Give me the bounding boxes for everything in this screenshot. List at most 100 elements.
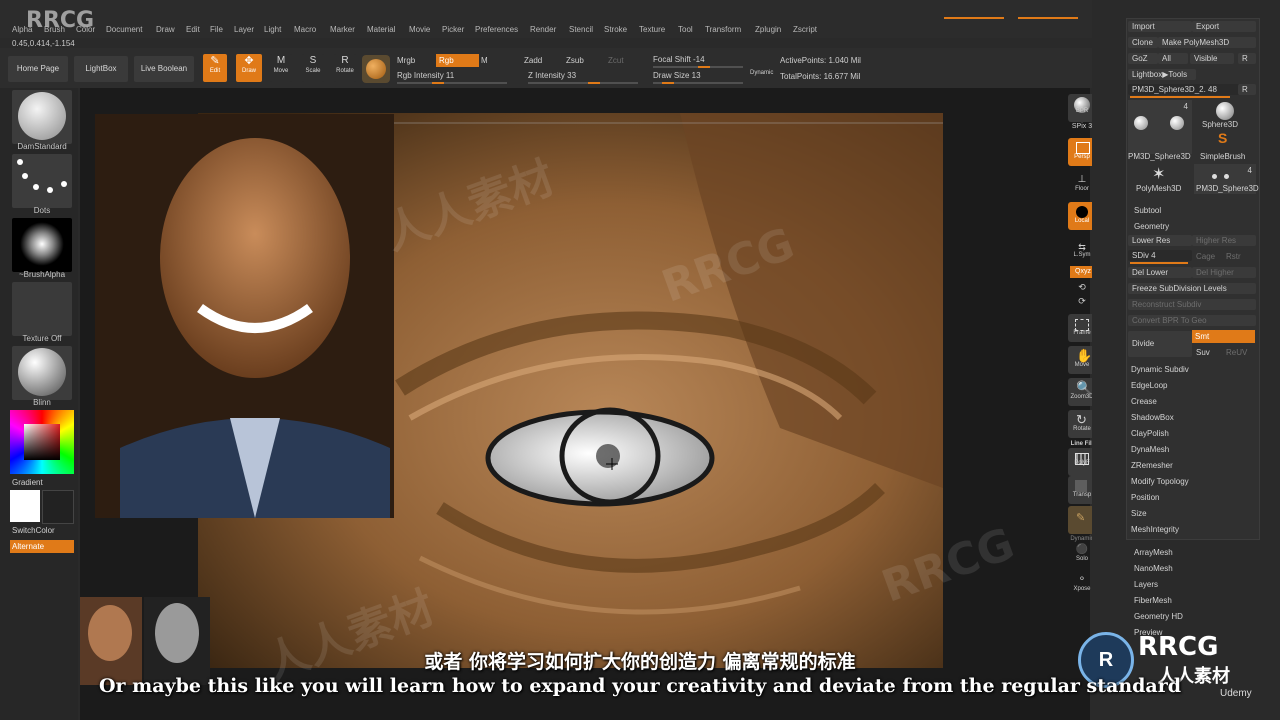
tool-section-3[interactable]: FiberMesh — [1134, 596, 1172, 605]
home-page-button[interactable]: Home Page — [8, 56, 68, 82]
menu-document[interactable]: Document — [106, 25, 142, 34]
rgb-button[interactable]: Rgb — [436, 54, 479, 67]
geometry-item-6[interactable]: ZRemesher — [1131, 461, 1173, 470]
focal-shift-slider[interactable]: Focal Shift -14 — [653, 55, 705, 64]
menu-render[interactable]: Render — [530, 25, 556, 34]
lightbox-tools-button[interactable]: Lightbox▶Tools — [1128, 69, 1196, 80]
move-mode-button[interactable]: M Move — [270, 54, 292, 82]
export-button[interactable]: Export — [1192, 21, 1256, 32]
menu-light[interactable]: Light — [264, 25, 281, 34]
brush-selector[interactable] — [12, 90, 72, 144]
z-intensity-slider[interactable]: Z Intensity 33 — [528, 71, 576, 80]
material-swatch[interactable] — [362, 55, 390, 83]
material-selector[interactable] — [12, 346, 72, 400]
menu-texture[interactable]: Texture — [639, 25, 665, 34]
menu-zplugin[interactable]: Zplugin — [755, 25, 781, 34]
menu-movie[interactable]: Movie — [409, 25, 430, 34]
menu-color[interactable]: Color — [76, 25, 95, 34]
divide-button[interactable]: Divide — [1128, 331, 1192, 357]
menu-marker[interactable]: Marker — [330, 25, 355, 34]
menu-preferences[interactable]: Preferences — [475, 25, 518, 34]
convert-bpr-button[interactable]: Convert BPR To Geo — [1128, 315, 1256, 326]
del-higher-button[interactable]: Del Higher — [1192, 267, 1256, 278]
sculpt-eye-render[interactable] — [80, 88, 1090, 720]
menu-stroke[interactable]: Stroke — [604, 25, 627, 34]
goz-button[interactable]: GoZ — [1128, 53, 1158, 64]
menu-transform[interactable]: Transform — [705, 25, 741, 34]
menu-stencil[interactable]: Stencil — [569, 25, 593, 34]
tool-section-0[interactable]: ArrayMesh — [1134, 548, 1173, 557]
reuv-button[interactable]: ReUV — [1226, 348, 1247, 357]
del-lower-button[interactable]: Del Lower — [1128, 267, 1192, 278]
zsub-button[interactable]: Zsub — [566, 56, 584, 65]
reconstruct-subdiv-button[interactable]: Reconstruct Subdiv — [1128, 299, 1256, 310]
menu-zscript[interactable]: Zscript — [793, 25, 817, 34]
menu-edit[interactable]: Edit — [186, 25, 200, 34]
main-color-swatch[interactable] — [10, 490, 40, 522]
all-button[interactable]: All — [1158, 53, 1188, 64]
mrgb-button[interactable]: Mrgb — [397, 56, 415, 65]
tool-thumb-sphere3d[interactable]: Sphere3D S — [1196, 100, 1254, 154]
lower-res-button[interactable]: Lower Res — [1128, 235, 1192, 246]
subtool-header[interactable]: Subtool — [1134, 206, 1161, 215]
geometry-item-2[interactable]: Crease — [1131, 397, 1157, 406]
scale-mode-button[interactable]: S Scale — [302, 54, 324, 82]
menu-alpha[interactable]: Alpha — [12, 25, 32, 34]
sdiv-slider[interactable]: SDiv 4 — [1128, 250, 1192, 261]
geometry-header[interactable]: Geometry — [1134, 222, 1169, 231]
clone-button[interactable]: Clone — [1128, 37, 1158, 48]
m-button[interactable]: M — [481, 56, 488, 65]
secondary-color-swatch[interactable] — [42, 490, 74, 524]
make-polymesh-button[interactable]: Make PolyMesh3D — [1158, 37, 1256, 48]
freeze-subdiv-button[interactable]: Freeze SubDivision Levels — [1128, 283, 1256, 294]
live-boolean-button[interactable]: Live Boolean — [134, 56, 194, 82]
edit-mode-button[interactable]: ✎ Edit — [203, 54, 227, 82]
menu-macro[interactable]: Macro — [294, 25, 316, 34]
gradient-label[interactable]: Gradient — [12, 478, 43, 487]
visible-button[interactable]: Visible — [1190, 53, 1234, 64]
color-picker[interactable] — [10, 410, 74, 474]
tool-section-1[interactable]: NanoMesh — [1134, 564, 1173, 573]
dynamic-toggle[interactable]: Dynamic — [750, 70, 773, 76]
geometry-item-7[interactable]: Modify Topology — [1131, 477, 1189, 486]
draw-mode-button[interactable]: ✥ Draw — [236, 54, 262, 82]
smt-toggle[interactable]: Smt — [1192, 330, 1255, 343]
switch-color-button[interactable]: SwitchColor — [12, 526, 55, 535]
menu-material[interactable]: Material — [367, 25, 395, 34]
z-intensity-track[interactable] — [528, 82, 638, 84]
current-tool-r-button[interactable]: R — [1238, 84, 1256, 95]
geometry-item-9[interactable]: Size — [1131, 509, 1147, 518]
geometry-item-0[interactable]: Dynamic Subdiv — [1131, 365, 1189, 374]
alpha-selector[interactable] — [12, 218, 72, 272]
menu-file[interactable]: File — [210, 25, 223, 34]
geometry-item-1[interactable]: EdgeLoop — [1131, 381, 1167, 390]
r-button[interactable]: R — [1238, 53, 1256, 64]
lightbox-button[interactable]: LightBox — [74, 56, 128, 82]
menu-tool[interactable]: Tool — [678, 25, 693, 34]
geometry-item-8[interactable]: Position — [1131, 493, 1159, 502]
suv-toggle[interactable]: Suv — [1196, 348, 1210, 357]
geometry-item-3[interactable]: ShadowBox — [1131, 413, 1174, 422]
rgb-intensity-slider[interactable]: Rgb Intensity 11 — [397, 71, 454, 80]
zcut-button[interactable]: Zcut — [608, 56, 624, 65]
menu-layer[interactable]: Layer — [234, 25, 254, 34]
geometry-item-5[interactable]: DynaMesh — [1131, 445, 1169, 454]
canvas-viewport[interactable] — [80, 88, 1090, 720]
rotate-mode-button[interactable]: R Rotate — [334, 54, 356, 82]
tool-section-4[interactable]: Geometry HD — [1134, 612, 1183, 621]
tool-thumb-pm3d[interactable]: 4 — [1128, 100, 1192, 154]
higher-res-button[interactable]: Higher Res — [1192, 235, 1256, 246]
menu-brush[interactable]: Brush — [44, 25, 65, 34]
zadd-button[interactable]: Zadd — [524, 56, 542, 65]
color-picker-square[interactable] — [24, 424, 60, 460]
menu-draw[interactable]: Draw — [156, 25, 175, 34]
cage-button[interactable]: Cage — [1196, 252, 1215, 261]
alternate-button[interactable]: Alternate — [10, 540, 74, 553]
geometry-item-4[interactable]: ClayPolish — [1131, 429, 1169, 438]
draw-size-slider[interactable]: Draw Size 13 — [653, 71, 701, 80]
rstr-button[interactable]: Rstr — [1226, 252, 1241, 261]
tool-section-2[interactable]: Layers — [1134, 580, 1158, 589]
current-tool-slider[interactable]: PM3D_Sphere3D_2. 48 — [1128, 84, 1240, 95]
menu-picker[interactable]: Picker — [442, 25, 464, 34]
stroke-selector[interactable] — [12, 154, 72, 208]
